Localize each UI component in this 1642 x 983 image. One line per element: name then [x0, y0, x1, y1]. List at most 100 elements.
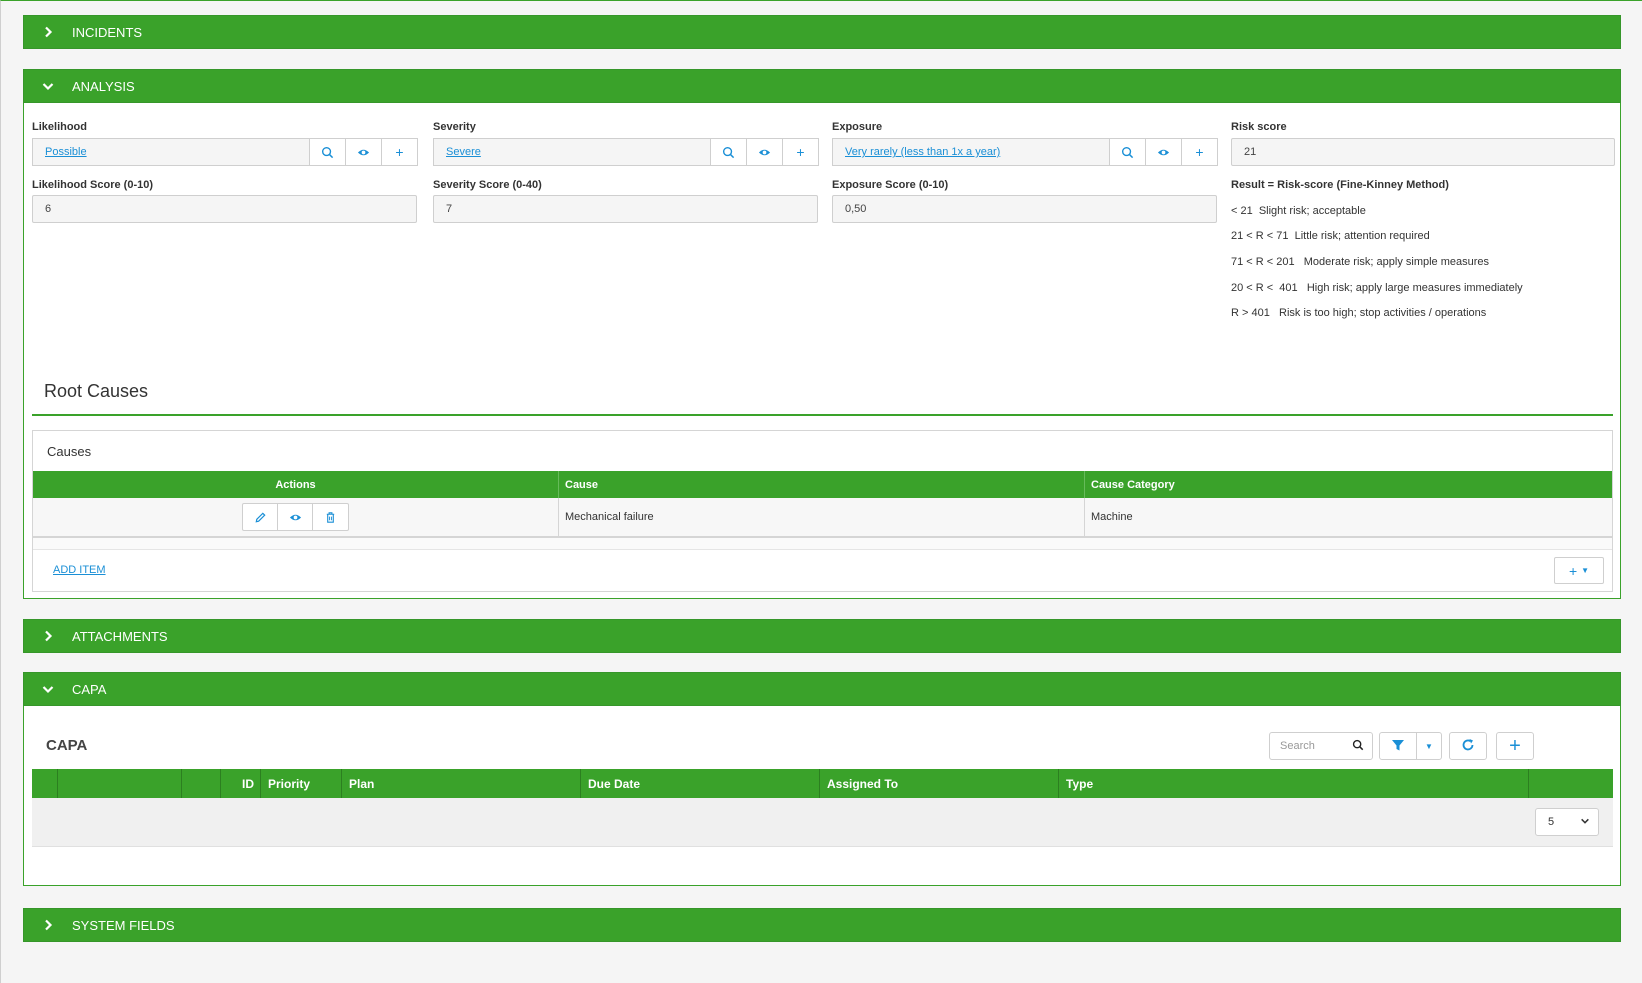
incidents-panel: INCIDENTS — [23, 15, 1621, 49]
column-header-blank — [58, 769, 182, 798]
severity-link[interactable]: Severe — [446, 146, 481, 158]
chevron-down-icon — [1580, 816, 1590, 829]
row-action-group — [242, 503, 349, 531]
search-icon[interactable] — [309, 139, 345, 165]
column-header-due-date[interactable]: Due Date — [581, 769, 820, 798]
likelihood-score-field[interactable]: 6 — [32, 195, 417, 223]
search-placeholder: Search — [1280, 740, 1315, 752]
capa-panel: CAPA CAPA Search ▼ + ID Priority Plan Du… — [23, 672, 1621, 886]
plus-icon: + — [1568, 562, 1578, 579]
eye-icon[interactable] — [345, 139, 381, 165]
search-input[interactable]: Search — [1269, 732, 1373, 760]
likelihood-link[interactable]: Possible — [45, 146, 87, 158]
attachments-header[interactable]: ATTACHMENTS — [23, 619, 1621, 653]
system-fields-panel: SYSTEM FIELDS — [23, 908, 1621, 942]
risk-score-label: Risk score — [1231, 121, 1287, 133]
system-fields-header[interactable]: SYSTEM FIELDS — [23, 908, 1621, 942]
search-icon[interactable] — [1109, 139, 1145, 165]
root-causes-divider — [32, 414, 1613, 416]
legend-line: 71 < R < 201 Moderate risk; apply simple… — [1231, 256, 1490, 268]
refresh-button[interactable] — [1449, 732, 1487, 760]
severity-score-field[interactable]: 7 — [433, 195, 818, 223]
causes-box: Causes Actions Cause Cause Category Mech… — [32, 430, 1613, 592]
table-row: Mechanical failure Machine — [33, 498, 1612, 537]
incidents-header[interactable]: INCIDENTS — [23, 15, 1621, 49]
attachments-panel: ATTACHMENTS — [23, 619, 1621, 653]
legend-line: R > 401 Risk is too high; stop activitie… — [1231, 307, 1487, 319]
analysis-panel: ANALYSIS Likelihood Possible + Severity … — [23, 69, 1621, 599]
chevron-right-icon — [40, 917, 56, 933]
causes-title: Causes — [47, 444, 92, 459]
capa-heading: CAPA — [46, 737, 88, 754]
capa-table-footer: 5 — [32, 798, 1613, 847]
caret-down-icon: ▼ — [1581, 566, 1590, 575]
legend-line: 20 < R < 401 High risk; apply large meas… — [1231, 282, 1523, 294]
plus-icon[interactable]: + — [1181, 139, 1217, 165]
pencil-icon[interactable] — [243, 504, 278, 530]
cause-category-cell: Machine — [1091, 511, 1133, 523]
risk-score-field[interactable]: 21 — [1231, 138, 1615, 166]
add-item-link[interactable]: ADD ITEM — [53, 564, 106, 576]
chevron-down-icon — [40, 681, 56, 697]
search-icon — [1352, 739, 1364, 754]
causes-table-header: Actions Cause Cause Category — [33, 471, 1612, 498]
exposure-lookup: Very rarely (less than 1x a year) + — [832, 138, 1218, 166]
causes-table: Actions Cause Cause Category Mechanical … — [33, 471, 1612, 537]
exposure-score-label: Exposure Score (0-10) — [832, 179, 949, 191]
eye-icon[interactable] — [1145, 139, 1181, 165]
severity-label: Severity — [433, 121, 476, 133]
analysis-body: Likelihood Possible + Severity Severe + … — [23, 103, 1621, 599]
capa-table-header: ID Priority Plan Due Date Assigned To Ty… — [32, 769, 1613, 798]
row-actions — [33, 498, 559, 536]
result-legend-title: Result = Risk-score (Fine-Kinney Method) — [1231, 179, 1449, 191]
eye-icon[interactable] — [746, 139, 782, 165]
analysis-title: ANALYSIS — [72, 78, 135, 94]
likelihood-lookup: Possible + — [32, 138, 418, 166]
root-causes-heading: Root Causes — [44, 381, 149, 401]
chevron-down-icon — [40, 78, 56, 94]
column-header-actions: Actions — [33, 471, 559, 498]
column-header-assigned-to[interactable]: Assigned To — [820, 769, 1059, 798]
caret-down-icon: ▼ — [1425, 741, 1433, 751]
legend-line: 21 < R < 71 Little risk; attention requi… — [1231, 230, 1430, 242]
severity-lookup: Severe + — [433, 138, 819, 166]
plus-icon[interactable]: + — [782, 139, 818, 165]
page-size-value: 5 — [1548, 816, 1555, 828]
analysis-header[interactable]: ANALYSIS — [23, 69, 1621, 103]
column-header-id[interactable]: ID — [221, 769, 261, 798]
column-header-plan[interactable]: Plan — [342, 769, 581, 798]
capa-table: ID Priority Plan Due Date Assigned To Ty… — [32, 769, 1613, 847]
exposure-label: Exposure — [832, 121, 883, 133]
add-menu-button[interactable]: + ▼ — [1554, 557, 1604, 584]
column-header-priority[interactable]: Priority — [261, 769, 342, 798]
system-fields-title: SYSTEM FIELDS — [72, 917, 175, 933]
table-separator — [33, 537, 1612, 550]
exposure-score-field[interactable]: 0,50 — [832, 195, 1217, 223]
plus-icon: + — [1509, 734, 1521, 757]
page-size-select[interactable]: 5 — [1535, 808, 1599, 836]
eye-icon[interactable] — [278, 504, 313, 530]
column-header-type[interactable]: Type — [1059, 769, 1529, 798]
likelihood-label: Likelihood — [32, 121, 87, 133]
attachments-title: ATTACHMENTS — [72, 628, 168, 644]
refresh-icon — [1461, 738, 1475, 755]
capa-header[interactable]: CAPA — [23, 672, 1621, 706]
likelihood-score-label: Likelihood Score (0-10) — [32, 179, 154, 191]
filter-dropdown-button[interactable]: ▼ — [1416, 732, 1442, 760]
capa-panel-title: CAPA — [72, 681, 107, 697]
filter-button[interactable] — [1379, 732, 1417, 760]
legend-line: < 21 Slight risk; acceptable — [1231, 205, 1366, 217]
column-header-cause-category: Cause Category — [1091, 478, 1175, 491]
column-header-blank — [182, 769, 221, 798]
column-header-select[interactable] — [32, 769, 58, 798]
plus-icon[interactable]: + — [381, 139, 417, 165]
column-header-cause: Cause — [559, 471, 1085, 498]
exposure-link[interactable]: Very rarely (less than 1x a year) — [845, 146, 1000, 158]
trash-icon[interactable] — [313, 504, 348, 530]
incidents-title: INCIDENTS — [72, 24, 143, 40]
capa-body: CAPA Search ▼ + ID Priority Plan Due Dat… — [23, 706, 1621, 886]
column-header-blank — [1529, 769, 1613, 798]
search-icon[interactable] — [710, 139, 746, 165]
severity-score-label: Severity Score (0-40) — [433, 179, 542, 191]
add-button[interactable]: + — [1496, 732, 1534, 760]
